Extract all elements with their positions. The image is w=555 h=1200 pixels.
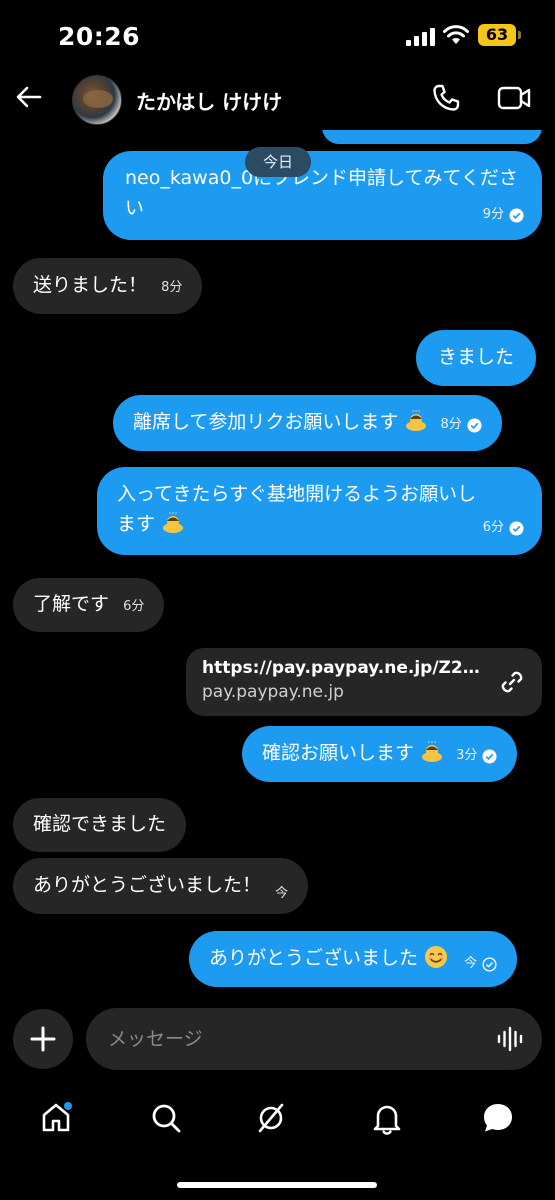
- voice-message-icon[interactable]: [496, 1025, 524, 1053]
- read-check-icon: [467, 417, 482, 433]
- message-time: 今: [464, 956, 478, 971]
- message-outgoing[interactable]: 離席して参加リクお願いします 8分: [113, 395, 502, 451]
- smiling-face-emoji-icon: [425, 945, 448, 968]
- message-text: 離席して参加リクお願いします: [133, 411, 399, 433]
- phone-icon[interactable]: [430, 82, 462, 114]
- sent-check-icon: [482, 956, 497, 972]
- message-time: 6分: [482, 520, 504, 535]
- video-call-icon[interactable]: [496, 82, 532, 114]
- link-domain: pay.paypay.ne.jp: [202, 682, 344, 702]
- message-input[interactable]: [108, 1008, 488, 1070]
- bowing-person-emoji-icon: [163, 511, 184, 533]
- message-text-line-2: ます: [117, 513, 156, 535]
- link-preview-card[interactable]: https://pay.paypay.ne.jp/Z2x... pay.payp…: [186, 648, 542, 716]
- message-outgoing[interactable]: 入ってきたらすぐ基地開けるようお願いし ます 6分: [97, 467, 542, 555]
- contact-name[interactable]: たかはし けけけ: [136, 86, 282, 115]
- grok-icon[interactable]: [253, 1100, 289, 1136]
- message-outgoing[interactable]: neo_kawa0_0にフレンド申請してみてください 9分: [103, 151, 542, 240]
- message-incoming[interactable]: 送りました！ 8分: [13, 258, 203, 314]
- bowing-person-emoji-icon: [422, 740, 443, 762]
- message-time: 8分: [440, 417, 462, 432]
- message-text: neo_kawa0_0にフレンド申請してみてください: [125, 167, 518, 219]
- back-arrow-icon[interactable]: [14, 82, 44, 112]
- link-icon[interactable]: [498, 668, 526, 696]
- chat-header: たかはし けけけ: [0, 70, 555, 130]
- search-icon[interactable]: [148, 1100, 184, 1136]
- message-bubble-clipped[interactable]: [322, 130, 542, 144]
- message-text: 確認お願いします: [262, 742, 415, 764]
- bowing-person-emoji-icon: [406, 409, 427, 431]
- battery-icon: 63: [478, 24, 521, 46]
- message-text: 了解です: [33, 593, 110, 615]
- messages-chat-icon[interactable]: [480, 1100, 516, 1136]
- message-text: ありがとうございました: [209, 947, 419, 969]
- message-outgoing[interactable]: ありがとうございました 今: [189, 931, 518, 987]
- read-check-icon: [509, 207, 524, 223]
- message-text: 送りました！: [33, 274, 148, 296]
- add-attachment-button[interactable]: [13, 1009, 73, 1069]
- link-url[interactable]: https://pay.paypay.ne.jp/Z2x...: [202, 658, 482, 678]
- message-text-line-1: 入ってきたらすぐ基地開けるようお願いし: [117, 483, 477, 505]
- message-outgoing[interactable]: 確認お願いします 3分: [242, 726, 518, 782]
- wifi-icon: [443, 25, 469, 44]
- notifications-bell-icon[interactable]: [369, 1100, 405, 1136]
- read-check-icon: [482, 748, 497, 764]
- home-icon[interactable]: [38, 1100, 74, 1136]
- message-input-container[interactable]: [86, 1008, 542, 1070]
- message-incoming[interactable]: 了解です 6分: [13, 578, 165, 632]
- bottom-tab-bar: [0, 1090, 555, 1150]
- message-text: きました: [438, 346, 515, 368]
- status-time: 20:26: [58, 22, 141, 51]
- message-text: 確認できました: [33, 813, 167, 835]
- message-incoming[interactable]: 確認できました: [13, 798, 187, 852]
- message-time: 3分: [456, 748, 478, 763]
- read-check-icon: [509, 520, 524, 536]
- home-indicator[interactable]: [177, 1182, 377, 1188]
- message-list[interactable]: neo_kawa0_0にフレンド申請してみてください 9分 今日 送りました！ 8…: [0, 130, 555, 1000]
- battery-level: 63: [485, 25, 509, 44]
- message-text: ありがとうございました！: [33, 874, 262, 896]
- plus-icon: [30, 1026, 56, 1052]
- contact-avatar[interactable]: [72, 75, 122, 125]
- date-separator: 今日: [245, 147, 311, 177]
- message-time: 6分: [123, 599, 145, 614]
- message-outgoing[interactable]: きました: [416, 330, 537, 386]
- message-time: 9分: [482, 207, 504, 222]
- cellular-signal-icon: [406, 28, 435, 46]
- message-incoming[interactable]: ありがとうございました！ 今: [13, 858, 309, 914]
- status-bar: 20:26 63: [0, 0, 555, 70]
- message-time: 今: [275, 886, 289, 901]
- message-time: 8分: [161, 280, 183, 295]
